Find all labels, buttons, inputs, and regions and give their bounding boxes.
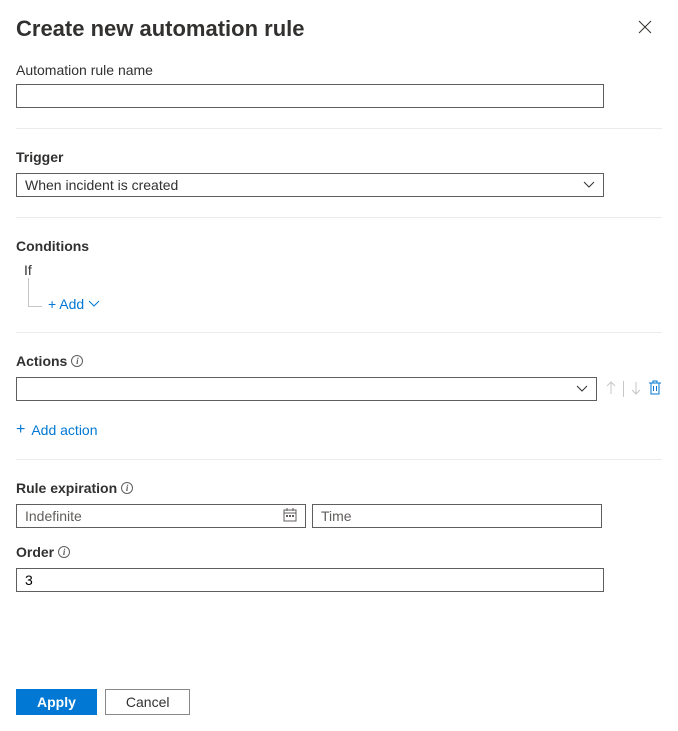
trigger-label: Trigger bbox=[16, 149, 662, 165]
expiration-label: Rule expiration i bbox=[16, 480, 662, 496]
calendar-icon bbox=[283, 508, 297, 525]
action-controls bbox=[605, 380, 662, 399]
add-condition-button[interactable]: + Add bbox=[48, 296, 100, 312]
close-icon bbox=[638, 20, 652, 34]
dialog-header: Create new automation rule bbox=[16, 16, 662, 42]
add-condition-label: + Add bbox=[48, 296, 84, 312]
conditions-label: Conditions bbox=[16, 238, 662, 254]
conditions-section: Conditions If + Add bbox=[16, 238, 662, 312]
chevron-down-icon bbox=[583, 181, 595, 189]
expiration-row: Indefinite bbox=[16, 504, 662, 528]
move-down-icon bbox=[630, 381, 642, 398]
tree-line bbox=[28, 306, 42, 307]
conditions-if-text: If bbox=[24, 262, 662, 278]
dialog-footer: Apply Cancel bbox=[16, 689, 190, 715]
info-icon[interactable]: i bbox=[121, 482, 133, 494]
info-icon[interactable]: i bbox=[58, 546, 70, 558]
expiration-date-value: Indefinite bbox=[25, 508, 82, 524]
rule-name-label: Automation rule name bbox=[16, 62, 662, 78]
divider bbox=[623, 381, 624, 397]
order-section: Order i bbox=[16, 544, 662, 592]
trigger-selected-value: When incident is created bbox=[25, 177, 178, 193]
move-up-icon bbox=[605, 381, 617, 398]
add-action-label: Add action bbox=[31, 422, 97, 438]
expiration-section: Rule expiration i Indefinite Order i bbox=[16, 480, 662, 592]
divider bbox=[16, 332, 662, 333]
expiration-time-input[interactable] bbox=[312, 504, 602, 528]
apply-button[interactable]: Apply bbox=[16, 689, 97, 715]
divider bbox=[16, 459, 662, 460]
actions-label: Actions i bbox=[16, 353, 662, 369]
conditions-tree: + Add bbox=[28, 286, 662, 312]
expiration-date-input[interactable]: Indefinite bbox=[16, 504, 306, 528]
rule-name-input[interactable] bbox=[16, 84, 604, 108]
chevron-down-icon bbox=[576, 385, 588, 393]
action-select[interactable] bbox=[16, 377, 597, 401]
delete-button[interactable] bbox=[648, 380, 662, 399]
chevron-down-icon bbox=[88, 300, 100, 308]
trigger-select[interactable]: When incident is created bbox=[16, 173, 604, 197]
order-input[interactable] bbox=[16, 568, 604, 592]
plus-icon: + bbox=[16, 421, 25, 439]
actions-row bbox=[16, 377, 662, 401]
tree-line bbox=[28, 278, 29, 306]
divider bbox=[16, 128, 662, 129]
trash-icon bbox=[648, 380, 662, 396]
dialog-title: Create new automation rule bbox=[16, 16, 305, 42]
info-icon[interactable]: i bbox=[71, 355, 83, 367]
divider bbox=[16, 217, 662, 218]
cancel-button[interactable]: Cancel bbox=[105, 689, 191, 715]
order-label: Order i bbox=[16, 544, 662, 560]
add-action-button[interactable]: + Add action bbox=[16, 421, 98, 439]
close-button[interactable] bbox=[634, 16, 656, 42]
actions-section: Actions i + Add action bbox=[16, 353, 662, 439]
rule-name-section: Automation rule name bbox=[16, 62, 662, 108]
trigger-section: Trigger When incident is created bbox=[16, 149, 662, 197]
